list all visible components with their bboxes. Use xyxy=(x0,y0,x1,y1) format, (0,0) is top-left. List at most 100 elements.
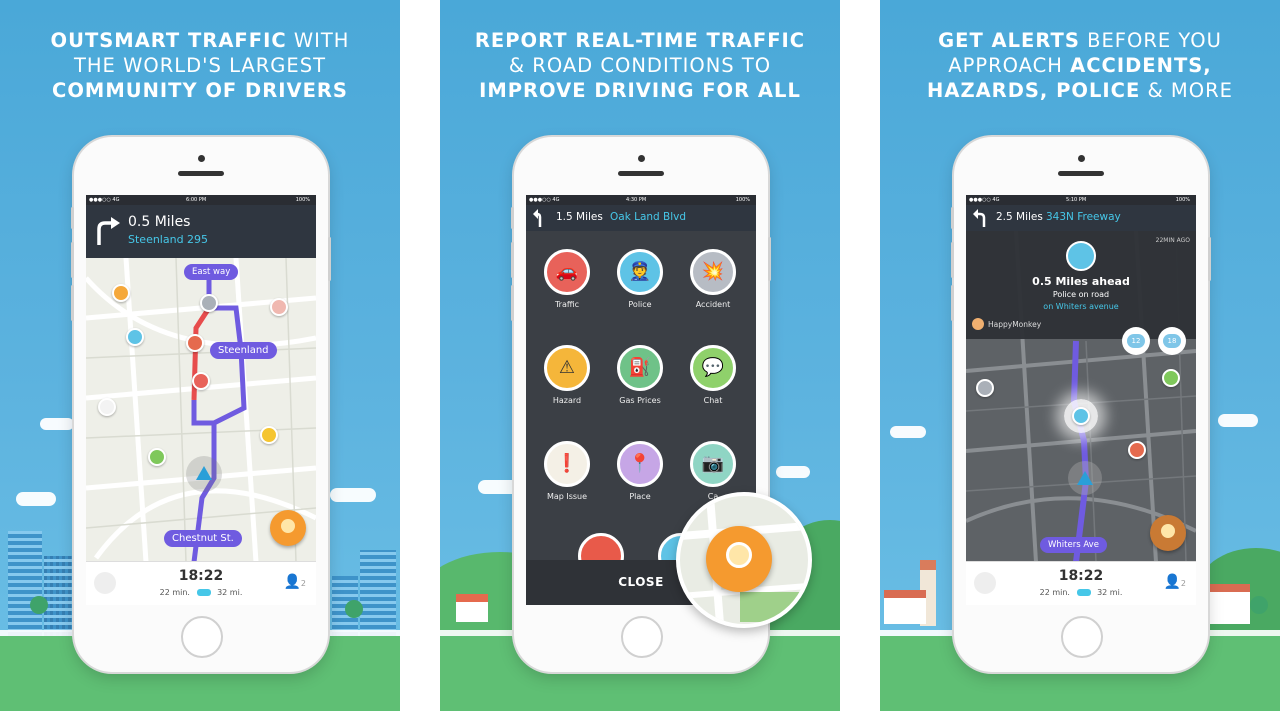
report-button[interactable] xyxy=(270,510,306,546)
wazer-icon[interactable] xyxy=(186,334,204,352)
alert-age: 22MIN AGO xyxy=(1155,237,1190,244)
eta-details: 22 min. 32 mi. xyxy=(86,588,316,597)
status-bar: ●●●○○ 4G 4:30 PM 100% xyxy=(526,195,756,205)
wazer-icon[interactable] xyxy=(270,298,288,316)
headline-line: IMPROVE DRIVING FOR ALL xyxy=(479,79,801,102)
eta-bar[interactable]: 18:22 22 min. 32 mi. 👤2 xyxy=(86,561,316,605)
screenshot-panel-report: REPORT REAL-TIME TRAFFIC & ROAD CONDITIO… xyxy=(440,0,840,711)
report-item-traffic[interactable]: 🚗 Traffic xyxy=(536,249,598,309)
chat-icon: 💬 xyxy=(690,345,736,391)
route-label-chestnut: Chestnut St. xyxy=(164,530,242,547)
city-skyline-left xyxy=(0,526,80,636)
next-street: Oak Land Blvd xyxy=(610,211,687,223)
accident-icon: 💥 xyxy=(690,249,736,295)
accident-icon[interactable] xyxy=(976,379,994,397)
passenger-count[interactable]: 👤2 xyxy=(283,574,306,590)
distance-to-turn: 2.5 Miles xyxy=(996,211,1043,223)
report-item-accident[interactable]: 💥 Accident xyxy=(682,249,744,309)
report-item-chat[interactable]: 💬 Chat xyxy=(682,345,744,405)
battery-level: 100% xyxy=(735,197,750,203)
turn-left-arrow-icon xyxy=(973,209,986,227)
tree xyxy=(345,600,363,618)
cloud xyxy=(1218,414,1258,427)
house xyxy=(1210,584,1250,624)
turn-left-arrow-icon xyxy=(533,209,542,227)
headline-line: REPORT REAL-TIME TRAFFIC xyxy=(474,29,806,52)
alert-card[interactable]: 22MIN AGO 0.5 Miles ahead Police on road… xyxy=(966,231,1196,339)
comment-count-badge[interactable]: 18 xyxy=(1158,327,1186,355)
hazard-icon: ⚠ xyxy=(544,345,590,391)
alert-subtitle: Police on road xyxy=(1052,290,1110,299)
report-button[interactable] xyxy=(706,526,772,592)
gas-pump-icon: ⛽ xyxy=(617,345,663,391)
person-icon: 👤 xyxy=(1163,574,1181,590)
home-button xyxy=(181,616,223,658)
eta-time: 18:22 xyxy=(178,568,224,584)
report-item-hazard[interactable]: ⚠ Hazard xyxy=(536,345,598,405)
headline-line: GET ALERTS BEFORE YOU xyxy=(938,29,1222,52)
cloud xyxy=(330,488,376,502)
report-item-gas-prices[interactable]: ⛽ Gas Prices xyxy=(609,345,671,405)
home-button xyxy=(1061,616,1103,658)
camera xyxy=(1078,155,1085,162)
car-icon xyxy=(196,589,211,596)
report-button[interactable] xyxy=(1150,515,1186,551)
cloud xyxy=(40,418,74,430)
tree xyxy=(1250,596,1268,614)
camera-icon: 📷 xyxy=(690,441,736,487)
house xyxy=(884,590,926,624)
passenger-count[interactable]: 👤2 xyxy=(1163,574,1186,590)
next-street: Steenland 295 xyxy=(128,233,209,246)
eta-miles: 32 mi. xyxy=(217,588,243,597)
eta-bar[interactable]: 18:22 22 min. 32 mi. 👤2 xyxy=(966,561,1196,605)
person-icon: 👤 xyxy=(283,574,301,590)
navigation-banner[interactable]: 1.5 Miles Oak Land Blvd xyxy=(526,205,756,231)
screenshot-panel-outsmart: OUTSMART TRAFFIC WITH THE WORLD'S LARGES… xyxy=(0,0,400,711)
report-item-map-issue[interactable]: ❗ Map Issue xyxy=(536,441,598,501)
home-button xyxy=(621,616,663,658)
traffic-jam-icon[interactable] xyxy=(192,372,210,390)
report-item-police[interactable]: 👮 Police xyxy=(609,249,671,309)
report-item-label: Map Issue xyxy=(546,492,588,501)
battery-level: 100% xyxy=(1175,197,1190,203)
status-bar: ●●●○○ 4G 6:00 PM 100% xyxy=(86,195,316,205)
clock: 5:10 PM xyxy=(1066,197,1087,203)
eta-time: 18:22 xyxy=(1058,568,1104,584)
signal-indicator: ●●●○○ 4G xyxy=(529,197,560,203)
reporter-name: HappyMonkey xyxy=(988,320,1042,329)
route-label-steenland: Steenland xyxy=(210,342,277,359)
route-label-whiters: Whiters Ave xyxy=(1040,537,1107,553)
hazard-icon[interactable] xyxy=(260,426,278,444)
accident-icon[interactable] xyxy=(200,294,218,312)
clock: 4:30 PM xyxy=(626,197,647,203)
headline-line: COMMUNITY OF DRIVERS xyxy=(52,79,348,102)
speaker xyxy=(1058,171,1104,176)
next-street: 343N Freeway xyxy=(1046,211,1121,223)
reporter-avatar xyxy=(972,318,984,330)
alert-title: 0.5 Miles ahead xyxy=(1032,275,1130,288)
current-location-arrow-icon xyxy=(1077,471,1093,485)
report-item-label: Police xyxy=(628,300,652,309)
report-item-label: Chat xyxy=(703,396,723,405)
report-item-label: Place xyxy=(629,492,651,501)
wazer-icon[interactable] xyxy=(1162,369,1180,387)
thanks-count-badge[interactable]: 12 xyxy=(1122,327,1150,355)
police-icon[interactable] xyxy=(126,328,144,346)
house xyxy=(456,594,488,622)
map-view[interactable]: East way Steenland Chestnut St. xyxy=(86,258,316,562)
report-item-label: Gas Prices xyxy=(619,396,661,405)
police-icon xyxy=(1066,241,1096,271)
app-screen: ●●●○○ 4G 6:00 PM 100% 0.5 Miles Steenlan… xyxy=(86,195,316,605)
current-location-arrow-icon xyxy=(196,466,212,480)
wazer-icon[interactable] xyxy=(98,398,116,416)
wazer-icon[interactable] xyxy=(112,284,130,302)
wazer-icon[interactable] xyxy=(1128,441,1146,459)
navigation-banner[interactable]: 2.5 Miles 343N Freeway xyxy=(966,205,1196,231)
wazer-icon[interactable] xyxy=(148,448,166,466)
report-item-place[interactable]: 📍 Place xyxy=(609,441,671,501)
eta-minutes: 22 min. xyxy=(1039,588,1070,597)
headline-line: HAZARDS, POLICE & MORE xyxy=(927,79,1233,102)
report-pin-icon xyxy=(726,542,752,568)
police-icon[interactable] xyxy=(1072,407,1090,425)
navigation-banner[interactable]: 0.5 Miles Steenland 295 xyxy=(86,205,316,258)
